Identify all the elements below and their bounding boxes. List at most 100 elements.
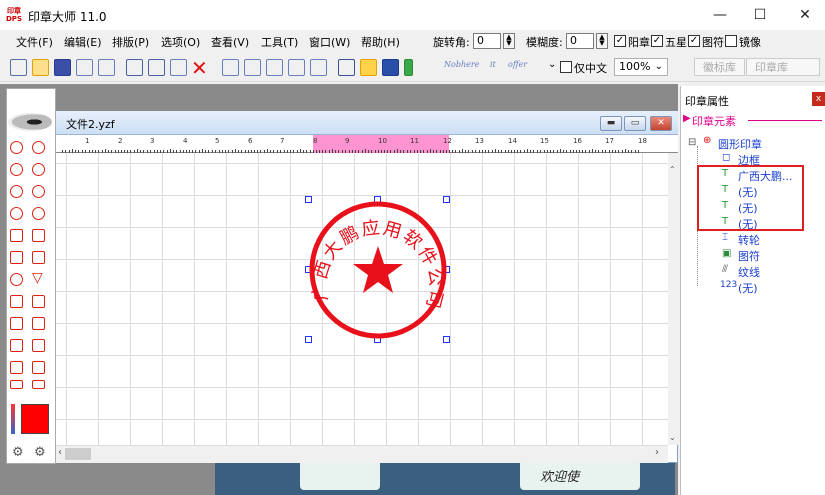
scroll-up-icon[interactable]: ⌃ [669, 165, 676, 174]
ruler-number: 18 [638, 137, 647, 145]
align-right-icon[interactable] [266, 59, 283, 76]
tree-item-number[interactable]: (无) [738, 280, 758, 296]
rotation-input[interactable]: 0 [473, 33, 501, 49]
current-color-swatch[interactable] [21, 404, 49, 434]
font-dropdown-arrow-icon[interactable]: ⌄ [548, 59, 556, 70]
bar-stamp-4-icon[interactable] [32, 380, 45, 389]
round-stamp[interactable]: 广西大鹏应用软件公司 [306, 196, 450, 344]
align-icon[interactable] [222, 59, 239, 76]
save-icon[interactable] [54, 59, 71, 76]
circle-star-stamp-icon[interactable] [10, 141, 23, 154]
checkbox-mirror[interactable] [725, 35, 737, 47]
scroll-right-icon[interactable]: › [655, 447, 659, 458]
menu-tools[interactable]: 工具(T) [261, 34, 298, 50]
bar-stamp-2-icon[interactable] [32, 361, 45, 374]
doc-close-button[interactable]: ✕ [650, 116, 672, 131]
tree-item-wheel[interactable]: 转轮 [738, 232, 760, 248]
bar-stamp-icon[interactable] [32, 229, 45, 242]
border-icon: ◻ [722, 152, 731, 163]
square-stamp-icon[interactable] [10, 251, 23, 264]
copy-icon[interactable] [148, 59, 165, 76]
rotation-spinner[interactable]: ▲ ▼ [503, 33, 515, 49]
doc-minimize-button[interactable]: ▬ [600, 116, 622, 131]
print-icon[interactable] [98, 59, 115, 76]
ellipse-stamp-3-icon[interactable] [10, 207, 23, 220]
word-icon[interactable] [382, 59, 399, 76]
vertical-scrollbar[interactable]: ⌃ ⌄ [668, 153, 678, 445]
tab-logo-library[interactable]: 徽标库 [694, 58, 745, 76]
square-stamp-2-icon[interactable] [32, 251, 45, 264]
scroll-left-icon[interactable]: ‹ [58, 447, 62, 458]
quad-stamp-2-icon[interactable] [32, 295, 45, 308]
rect-stamp-icon[interactable] [10, 317, 23, 330]
layout-icon[interactable] [310, 59, 327, 76]
menu-window[interactable]: 窗口(W) [309, 34, 350, 50]
rect-stamp-5-icon[interactable] [10, 361, 23, 374]
align-center-icon[interactable] [244, 59, 261, 76]
tree-item-pattern[interactable]: 纹线 [738, 264, 760, 280]
close-button[interactable]: ✕ [785, 4, 825, 26]
bar-stamp-3-icon[interactable] [10, 380, 23, 389]
properties-close-button[interactable]: x [812, 92, 825, 106]
ellipse-stamp-2-icon[interactable] [32, 185, 45, 198]
page-setup-icon[interactable] [76, 59, 93, 76]
horizontal-scroll-thumb[interactable] [65, 448, 91, 460]
open-folder-icon[interactable] [32, 59, 49, 76]
tree-collapse-icon[interactable]: ⊟ [688, 137, 696, 148]
font-sample-2: it [490, 60, 496, 69]
font-sample-1: Nobhere [444, 60, 480, 69]
section-arrow-icon: ▶ [683, 113, 691, 124]
grid-icon[interactable] [288, 59, 305, 76]
image-icon[interactable] [338, 59, 355, 76]
blur-spinner[interactable]: ▲ ▼ [596, 33, 608, 49]
quad-stamp-icon[interactable] [10, 295, 23, 308]
triangle-stamp-icon[interactable]: ▽ [32, 270, 43, 286]
zoom-select[interactable]: 100% ⌄ [614, 58, 668, 76]
ruler-number: 12 [443, 137, 452, 145]
ellipse-stamp-4-icon[interactable] [32, 207, 45, 220]
checkbox-yang-stamp-label: 阳章 [628, 36, 650, 49]
print-settings-icon[interactable]: ⚙ [12, 445, 24, 460]
oval-stamp-2-icon[interactable] [32, 163, 45, 176]
checkbox-symbol[interactable]: ✓ [688, 35, 700, 47]
maximize-button[interactable]: ☐ [740, 4, 780, 26]
minimize-button[interactable]: — [700, 4, 740, 26]
delete-icon[interactable]: ✕ [191, 56, 208, 80]
font-sample-3: offer [508, 60, 528, 69]
ruler-number: 9 [345, 137, 350, 145]
cut-icon[interactable] [126, 59, 143, 76]
diamond-stamp-icon[interactable] [10, 273, 23, 286]
grid-stamp-icon[interactable] [10, 229, 23, 242]
tree-item-symbol[interactable]: 图符 [738, 248, 760, 264]
tab-stamp-library[interactable]: 印章库 [746, 58, 820, 76]
rect-stamp-4-icon[interactable] [32, 339, 45, 352]
menu-view[interactable]: 查看(V) [211, 34, 249, 50]
scroll-down-icon[interactable]: ⌄ [669, 433, 676, 442]
eye-preview-icon[interactable] [8, 113, 52, 131]
tree-root[interactable]: 圆形印章 [718, 136, 762, 152]
menu-help[interactable]: 帮助(H) [361, 34, 400, 50]
blur-input[interactable]: 0 [566, 33, 594, 49]
color-strip[interactable] [11, 404, 15, 434]
preview-icon[interactable] [10, 59, 27, 76]
checkbox-yang-stamp[interactable]: ✓ [614, 35, 626, 47]
rect-stamp-3-icon[interactable] [10, 339, 23, 352]
stamp-settings-icon[interactable]: ⚙ [34, 445, 46, 460]
paste-icon[interactable] [170, 59, 187, 76]
circle-stamp-icon[interactable] [32, 141, 45, 154]
rect-stamp-2-icon[interactable] [32, 317, 45, 330]
ellipse-stamp-icon[interactable] [10, 185, 23, 198]
checkbox-chinese-only[interactable] [560, 61, 572, 73]
excel-icon[interactable] [404, 59, 413, 76]
menu-edit[interactable]: 编辑(E) [64, 34, 102, 50]
menu-file[interactable]: 文件(F) [16, 34, 53, 50]
menu-layout[interactable]: 排版(P) [112, 34, 149, 50]
menu-options[interactable]: 选项(O) [161, 34, 200, 50]
doc-maximize-button[interactable]: ▭ [624, 116, 646, 131]
ruler-number: 17 [605, 137, 614, 145]
horizontal-scrollbar[interactable] [56, 445, 668, 463]
wizard-icon[interactable] [360, 59, 377, 76]
zoom-value: 100% [619, 60, 651, 73]
oval-stamp-icon[interactable] [10, 163, 23, 176]
checkbox-five-star[interactable]: ✓ [651, 35, 663, 47]
